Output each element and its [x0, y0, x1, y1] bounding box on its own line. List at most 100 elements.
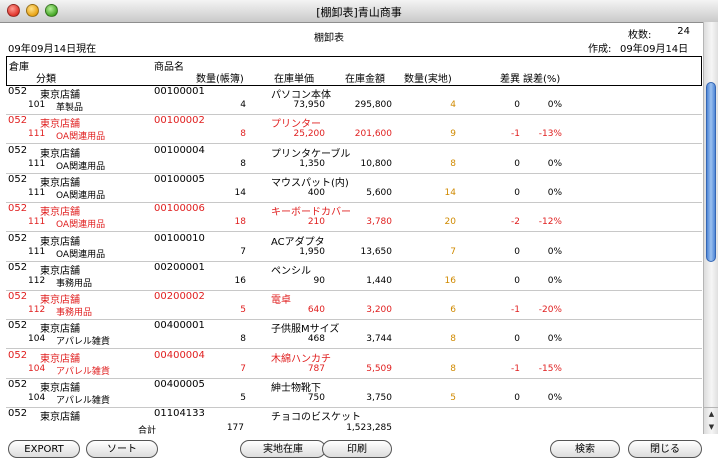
- qty-book: 5: [240, 393, 246, 403]
- close-button[interactable]: 閉じる: [628, 440, 702, 458]
- product-code: 00400004: [154, 349, 205, 361]
- table-row[interactable]: 052 東京店舗 112 事務用品 00200002 電卓 5 640 3,200 6 -1 -20%: [6, 290, 702, 321]
- stock-amount: 5,509: [366, 363, 392, 374]
- qty-book: 7: [240, 363, 246, 374]
- category-name: 革製品: [56, 103, 84, 113]
- error-percent: -13%: [538, 129, 562, 140]
- category-code: 104: [28, 363, 46, 374]
- category-code: 104: [28, 393, 46, 403]
- qty-actual: 7: [450, 246, 456, 257]
- warehouse-name: 東京店舗: [40, 295, 80, 307]
- product-name: 紳士物靴下: [271, 383, 321, 394]
- col-diff: 差異: [500, 74, 520, 85]
- qty-actual: 4: [450, 100, 456, 110]
- title-bar[interactable]: [棚卸表]青山商事: [0, 0, 718, 23]
- difference: -1: [511, 129, 520, 140]
- category-code: 112: [28, 305, 46, 316]
- qty-actual: 9: [450, 129, 456, 140]
- scroll-up-icon[interactable]: ▲: [704, 408, 718, 421]
- sort-button[interactable]: ソート: [86, 440, 158, 458]
- qty-actual: 8: [450, 334, 456, 345]
- qty-book: 5: [240, 305, 246, 316]
- category-name: OA関連用品: [56, 190, 106, 201]
- search-button[interactable]: 検索: [550, 440, 620, 458]
- stock-amount: 3,744: [366, 334, 392, 345]
- table-row[interactable]: 052 東京店舗 111 OA関連用品 00100005 マウスパット(内) 14 400 5,…: [6, 173, 702, 203]
- table-row[interactable]: 052 東京店舗 104 アパレル雑貨 00400005 紳士物靴下 5 750 3,750 5 0…: [6, 378, 702, 408]
- qty-book: 14: [234, 187, 246, 198]
- inventory-window: [棚卸表]青山商事 棚卸表 09年09月14日現在 枚数: 24 作成: 09年…: [0, 0, 718, 468]
- unit-price: 1,350: [299, 158, 325, 169]
- unit-price: 400: [307, 187, 325, 198]
- col-amount: 在庫金額: [345, 74, 385, 85]
- difference: 0: [514, 334, 520, 345]
- error-percent: -12%: [538, 217, 562, 228]
- totals-amount: 1,523,285: [346, 423, 392, 433]
- table-row[interactable]: 052 東京店舗 111 OA関連用品 00100004 プリンタケーブル 8 1,350 10…: [6, 144, 702, 174]
- stock-amount: 3,200: [366, 305, 392, 316]
- actual-stock-button[interactable]: 実地在庫: [240, 440, 326, 458]
- qty-book: 8: [240, 129, 246, 140]
- product-code: 00100002: [154, 115, 205, 127]
- product-code: 00100006: [154, 203, 205, 215]
- warehouse-code: 052: [8, 379, 28, 390]
- qty-actual: 5: [450, 393, 456, 403]
- scroll-thumb[interactable]: [706, 82, 716, 262]
- warehouse-name: 東京店舗: [40, 383, 80, 394]
- warehouse-code: 052: [8, 349, 28, 361]
- col-qty-book: 数量(帳簿): [196, 74, 244, 85]
- difference: -1: [511, 305, 520, 316]
- error-percent: 0%: [547, 275, 562, 286]
- category-code: 111: [28, 129, 46, 140]
- export-button[interactable]: EXPORT: [8, 440, 80, 458]
- table-row[interactable]: 052 東京店舗 112 事務用品 00200001 ペンシル 16 90 1,440 16 0 0%: [6, 261, 702, 291]
- qty-actual: 6: [450, 305, 456, 316]
- qty-book: 8: [240, 158, 246, 169]
- pages-value: 24: [677, 26, 690, 37]
- category-code: 111: [28, 158, 46, 169]
- vertical-scrollbar[interactable]: ▲ ▼: [703, 22, 718, 434]
- table-row[interactable]: 052 東京店舗 101 革製品 00100001 パソコン本体 4 73,950 295,80…: [6, 85, 702, 115]
- qty-actual: 16: [444, 275, 456, 286]
- product-name: 木綿ハンカチ: [271, 353, 331, 365]
- qty-book: 18: [234, 217, 246, 228]
- category-name: OA関連用品: [56, 132, 106, 143]
- table-row[interactable]: 052 東京店舗 104 アパレル雑貨 00400001 子供服Mサイズ 8 468 3,744…: [6, 319, 702, 350]
- unit-price: 90: [313, 275, 325, 286]
- qty-book: 7: [240, 246, 246, 257]
- col-qty-actual: 数量(実地): [404, 74, 452, 85]
- table-row[interactable]: 052 東京店舗 104 アパレル雑貨 00400004 木綿ハンカチ 7 787 5,509 8…: [6, 349, 702, 379]
- warehouse-code: 052: [8, 144, 28, 156]
- product-code: 00100004: [154, 144, 205, 156]
- unit-price: 210: [307, 217, 325, 228]
- stock-amount: 3,750: [366, 393, 392, 403]
- category-name: OA関連用品: [56, 161, 106, 172]
- print-button[interactable]: 印刷: [322, 440, 392, 458]
- warehouse-code: 052: [8, 115, 28, 127]
- col-unit-price: 在庫単価: [274, 74, 314, 85]
- scroll-down-icon[interactable]: ▼: [704, 421, 718, 434]
- col-error: 誤差(%): [523, 74, 561, 85]
- report-title: 棚卸表: [314, 33, 344, 44]
- table-row[interactable]: 052 東京店舗 01104133 チョコのビスケット: [6, 407, 702, 422]
- qty-book: 8: [240, 334, 246, 345]
- inventory-list[interactable]: 052 東京店舗 101 革製品 00100001 パソコン本体 4 73,950 295,80…: [6, 85, 702, 422]
- error-percent: -20%: [538, 305, 562, 316]
- created-label: 作成:: [588, 44, 612, 55]
- product-code: 00400005: [154, 379, 205, 390]
- category-code: 111: [28, 187, 46, 198]
- warehouse-name: 東京店舗: [40, 119, 80, 131]
- table-row[interactable]: 052 東京店舗 111 OA関連用品 00100010 ACアダプタ 7 1,950 13,6…: [6, 232, 702, 262]
- difference: 0: [514, 393, 520, 403]
- table-row[interactable]: 052 東京店舗 111 OA関連用品 00100006 キーボードカバー 18 210 3,7…: [6, 202, 702, 233]
- stock-amount: 3,780: [366, 217, 392, 228]
- difference: 0: [514, 100, 520, 110]
- table-row[interactable]: 052 東京店舗 111 OA関連用品 00100002 プリンター 8 25,200 201,…: [6, 114, 702, 145]
- product-name: チョコのビスケット: [271, 412, 361, 422]
- qty-book: 4: [240, 100, 246, 110]
- difference: 0: [514, 187, 520, 198]
- category-name: OA関連用品: [56, 220, 106, 231]
- stock-amount: 295,800: [354, 100, 392, 110]
- product-name: キーボードカバー: [271, 207, 351, 219]
- error-percent: 0%: [547, 158, 562, 169]
